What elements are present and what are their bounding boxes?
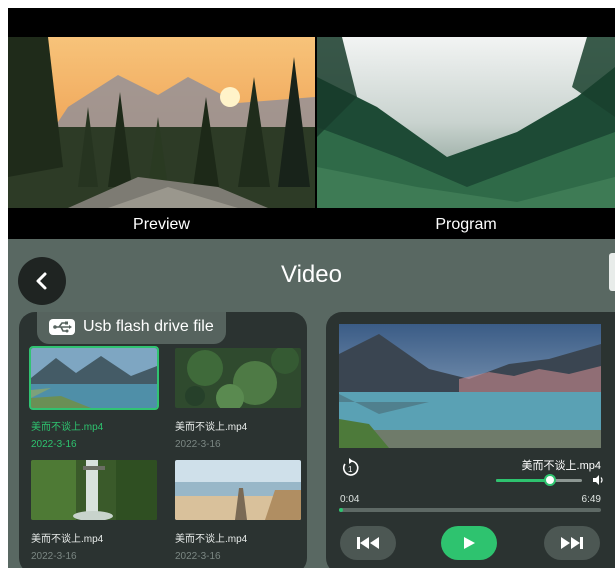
app-window: Preview Program Video Usb flash drive fi… (8, 8, 615, 568)
file-name: 美而不谈上.mp4 (31, 534, 104, 545)
current-time: 0:04 (340, 494, 360, 505)
svg-text:1: 1 (348, 465, 353, 474)
total-time: 6:49 (581, 494, 601, 505)
program-monitor (317, 37, 615, 208)
file-date: 2022-3-16 (31, 439, 77, 450)
preview-monitor (8, 37, 315, 208)
play-button[interactable] (441, 526, 497, 560)
video-player: 1 美而不谈上.mp4 0:04 6:49 (326, 312, 615, 568)
seek-bar[interactable] (339, 508, 601, 512)
volume-slider[interactable] (496, 474, 582, 486)
file-name: 美而不谈上.mp4 (175, 534, 248, 545)
usb-file-panel: Usb flash drive file 美而不谈上.mp4 2022-3-16… (19, 312, 307, 568)
top-bar (8, 8, 615, 37)
file-date: 2022-3-16 (175, 439, 221, 450)
volume-handle[interactable] (544, 474, 557, 486)
repeat-one-icon: 1 (342, 458, 359, 476)
file-item[interactable]: 美而不谈上.mp4 2022-3-16 (175, 348, 301, 450)
file-name: 美而不谈上.mp4 (175, 422, 248, 433)
now-playing-title: 美而不谈上.mp4 (521, 460, 601, 472)
file-date: 2022-3-16 (31, 551, 77, 562)
file-date: 2022-3-16 (175, 551, 221, 562)
file-item[interactable]: 美而不谈上.mp4 2022-3-16 (29, 346, 159, 450)
file-thumbnail (31, 460, 157, 520)
speaker-icon[interactable] (592, 474, 604, 486)
previous-button[interactable] (340, 526, 396, 560)
video-panel: Video Usb flash drive file 美而不谈上.mp4 202… (8, 239, 615, 568)
file-thumbnail (29, 346, 159, 410)
play-icon (464, 537, 475, 549)
file-item[interactable]: 美而不谈上.mp4 2022-3-16 (31, 460, 157, 562)
file-thumbnail (175, 460, 301, 520)
file-item[interactable]: 美而不谈上.mp4 2022-3-16 (175, 460, 301, 562)
usb-icon (49, 319, 75, 335)
seek-progress (339, 508, 343, 512)
file-name: 美而不谈上.mp4 (31, 422, 104, 433)
program-label: Program (435, 216, 497, 233)
skip-previous-icon (357, 537, 379, 549)
usb-tab[interactable]: Usb flash drive file (37, 312, 226, 344)
preview-label: Preview (133, 216, 190, 233)
scroll-handle[interactable] (609, 253, 615, 291)
next-button[interactable] (544, 526, 600, 560)
page-title: Video (281, 261, 342, 288)
repeat-one-button[interactable]: 1 (340, 458, 364, 480)
usb-tab-label: Usb flash drive file (83, 318, 214, 335)
file-thumbnail (175, 348, 301, 408)
skip-next-icon (561, 537, 583, 549)
video-display[interactable] (339, 324, 601, 448)
volume-fill (496, 479, 551, 482)
